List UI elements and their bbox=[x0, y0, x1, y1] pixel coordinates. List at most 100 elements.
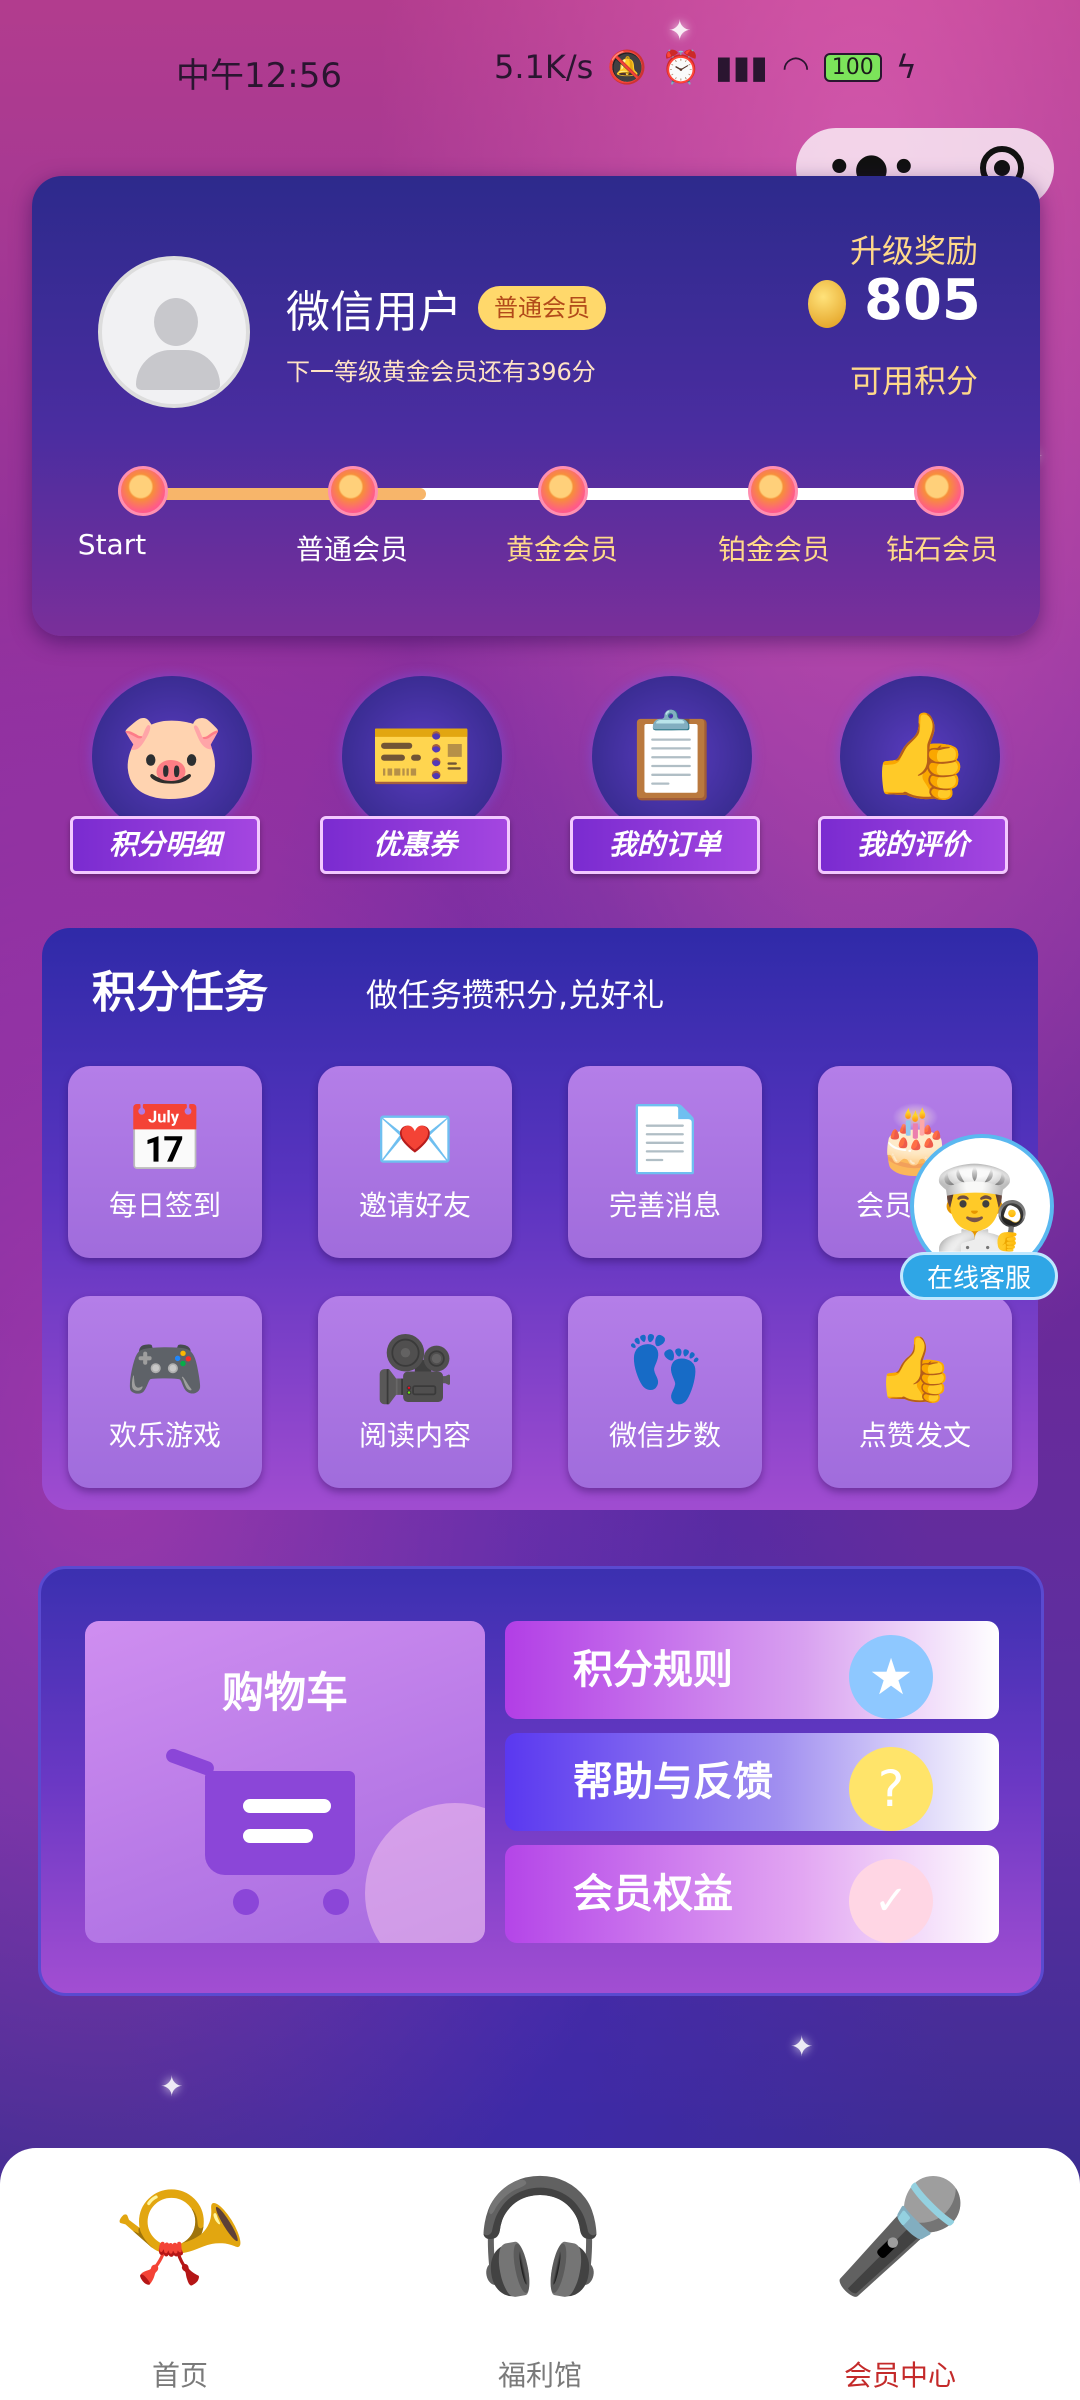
level-node bbox=[748, 466, 798, 516]
quick-action-circle: 🎫 bbox=[342, 676, 502, 836]
task-label: 微信步数 bbox=[608, 1419, 721, 1452]
user-placeholder-icon bbox=[154, 298, 198, 346]
question-icon: ? bbox=[849, 1747, 933, 1831]
mute-icon: 🔕 bbox=[607, 48, 648, 86]
calendar-check-icon: 📅 bbox=[125, 1103, 205, 1177]
member-benefits-button[interactable]: 会员权益 ✓ bbox=[505, 1845, 999, 1943]
shortcuts-panel: 购物车 积分规则 ★ 帮助与反馈 ? 会员权益 ✓ bbox=[38, 1566, 1044, 1996]
cart-basket bbox=[205, 1771, 355, 1875]
net-speed: 5.1K/s bbox=[494, 48, 594, 86]
status-time: 中午12:56 bbox=[176, 56, 342, 96]
level-progress-fill bbox=[142, 488, 427, 500]
level-label-regular: 普通会员 bbox=[295, 533, 408, 566]
quick-action-coupons[interactable]: 🎫 优惠券 bbox=[320, 676, 510, 882]
level-node bbox=[914, 466, 964, 516]
level-label-gold: 黄金会员 bbox=[505, 533, 618, 566]
avatar[interactable] bbox=[98, 256, 250, 408]
star-icon: ★ bbox=[849, 1635, 933, 1719]
tab-label: 会员中心 bbox=[843, 2359, 956, 2392]
quick-action-points-detail[interactable]: 🐷 积分明细 bbox=[70, 676, 260, 882]
task-label: 阅读内容 bbox=[358, 1419, 471, 1452]
quick-action-label: 我的订单 bbox=[570, 816, 760, 874]
task-label: 完善消息 bbox=[608, 1189, 721, 1222]
quick-action-circle: 👍 bbox=[840, 676, 1000, 836]
wifi-icon: ◠ bbox=[781, 48, 810, 86]
level-node bbox=[538, 466, 588, 516]
thumbs-up-icon: 👍 bbox=[875, 1333, 955, 1407]
thumbs-up-stars-icon: 👍 bbox=[867, 706, 973, 805]
level-progress-track bbox=[142, 488, 932, 500]
next-level-text: 下一等级黄金会员还有396分 bbox=[286, 358, 596, 386]
quick-action-reviews[interactable]: 👍 我的评价 bbox=[818, 676, 1008, 882]
member-badge: 普通会员 bbox=[478, 286, 606, 330]
points-tasks-panel: 积分任务 做任务攒积分,兑好礼 📅 每日签到 💌 邀请好友 📄 完善消息 🎂 会… bbox=[42, 928, 1038, 1510]
points-rules-button[interactable]: 积分规则 ★ bbox=[505, 1621, 999, 1719]
help-feedback-button[interactable]: 帮助与反馈 ? bbox=[505, 1733, 999, 1831]
points-value: 805 bbox=[864, 268, 981, 333]
coin-icon bbox=[808, 280, 846, 328]
cart-line bbox=[243, 1829, 313, 1843]
online-customer-service[interactable]: 👨‍🍳 在线客服 bbox=[900, 1134, 1060, 1300]
quick-action-circle: 📋 bbox=[592, 676, 752, 836]
coupon-icon: 🎫 bbox=[369, 706, 475, 805]
task-fun-games[interactable]: 🎮 欢乐游戏 bbox=[68, 1296, 262, 1488]
status-bar: 中午12:56 5.1K/s 🔕 ⏰ ▮▮▮ ◠ 100 ϟ bbox=[0, 0, 1080, 140]
points-rules-label: 积分规则 bbox=[573, 1647, 733, 1693]
upgrade-reward-title[interactable]: 升级奖励 bbox=[850, 226, 978, 272]
charging-icon: ϟ bbox=[895, 48, 917, 86]
task-read-content[interactable]: 🎥 阅读内容 bbox=[318, 1296, 512, 1488]
gramophone-icon: 📯 bbox=[111, 2172, 249, 2300]
check-icon: ✓ bbox=[849, 1859, 933, 1943]
tab-welfare[interactable]: 🎧 福利馆 bbox=[420, 2172, 660, 2392]
heart-envelope-icon: 💌 bbox=[375, 1103, 455, 1177]
quick-action-label: 积分明细 bbox=[70, 816, 260, 874]
battery-icon: 100 bbox=[823, 52, 882, 82]
footprint-icon: 👣 bbox=[625, 1333, 705, 1407]
task-like-post[interactable]: 👍 点赞发文 bbox=[818, 1296, 1012, 1488]
level-node bbox=[118, 466, 168, 516]
level-label-platinum: 铂金会员 bbox=[717, 533, 830, 566]
tasks-subtitle: 做任务攒积分,兑好礼 bbox=[366, 976, 665, 1014]
task-label: 欢乐游戏 bbox=[108, 1419, 221, 1452]
user-placeholder-body bbox=[136, 350, 220, 390]
customer-service-label: 在线客服 bbox=[900, 1252, 1058, 1300]
quick-action-orders[interactable]: 📋 我的订单 bbox=[570, 676, 760, 882]
task-label: 邀请好友 bbox=[358, 1189, 471, 1222]
cart-line bbox=[243, 1799, 331, 1813]
signal-icon: ▮▮▮ bbox=[715, 48, 768, 86]
username: 微信用户 bbox=[286, 287, 462, 338]
status-indicators: 5.1K/s 🔕 ⏰ ▮▮▮ ◠ 100 ϟ bbox=[494, 48, 917, 86]
shopping-cart-card[interactable]: 购物车 bbox=[85, 1621, 485, 1943]
cart-wheel bbox=[323, 1889, 349, 1915]
shopping-cart-icon bbox=[164, 1725, 385, 1925]
task-label: 点赞发文 bbox=[858, 1419, 971, 1452]
microphone-icon: 🎤 bbox=[831, 2172, 969, 2300]
member-benefits-label: 会员权益 bbox=[573, 1871, 733, 1917]
gamepad-icon: 🎮 bbox=[125, 1333, 205, 1407]
order-book-icon: 📋 bbox=[619, 706, 725, 805]
bottom-tab-bar: 📯 首页 🎧 福利馆 🎤 会员中心 bbox=[0, 2148, 1080, 2400]
level-label-start: Start bbox=[77, 528, 147, 561]
sparkle-decoration: ✦ bbox=[160, 2070, 184, 2103]
cart-wheel bbox=[233, 1889, 259, 1915]
task-invite-friends[interactable]: 💌 邀请好友 bbox=[318, 1066, 512, 1258]
points-label: 可用积分 bbox=[850, 362, 979, 400]
level-node bbox=[328, 466, 378, 516]
tab-member-center[interactable]: 🎤 会员中心 bbox=[780, 2172, 1020, 2392]
help-feedback-label: 帮助与反馈 bbox=[573, 1759, 773, 1805]
tab-label: 福利馆 bbox=[497, 2359, 582, 2392]
task-complete-info[interactable]: 📄 完善消息 bbox=[568, 1066, 762, 1258]
video-camera-icon: 🎥 bbox=[375, 1333, 455, 1407]
sparkle-decoration: ✦ bbox=[790, 2030, 814, 2063]
piggy-bank-icon: 🐷 bbox=[119, 706, 225, 805]
tab-home[interactable]: 📯 首页 bbox=[60, 2172, 300, 2392]
profile-card: 微信用户 普通会员 下一等级黄金会员还有396分 升级奖励 805 可用积分 S… bbox=[32, 176, 1040, 636]
task-daily-checkin[interactable]: 📅 每日签到 bbox=[68, 1066, 262, 1258]
cart-title: 购物车 bbox=[221, 1668, 348, 1717]
level-label-diamond: 钻石会员 bbox=[885, 533, 998, 566]
tasks-title: 积分任务 bbox=[92, 967, 268, 1018]
quick-action-circle: 🐷 bbox=[92, 676, 252, 836]
quick-action-label: 我的评价 bbox=[818, 816, 1008, 874]
tab-label: 首页 bbox=[151, 2359, 208, 2392]
task-wechat-steps[interactable]: 👣 微信步数 bbox=[568, 1296, 762, 1488]
